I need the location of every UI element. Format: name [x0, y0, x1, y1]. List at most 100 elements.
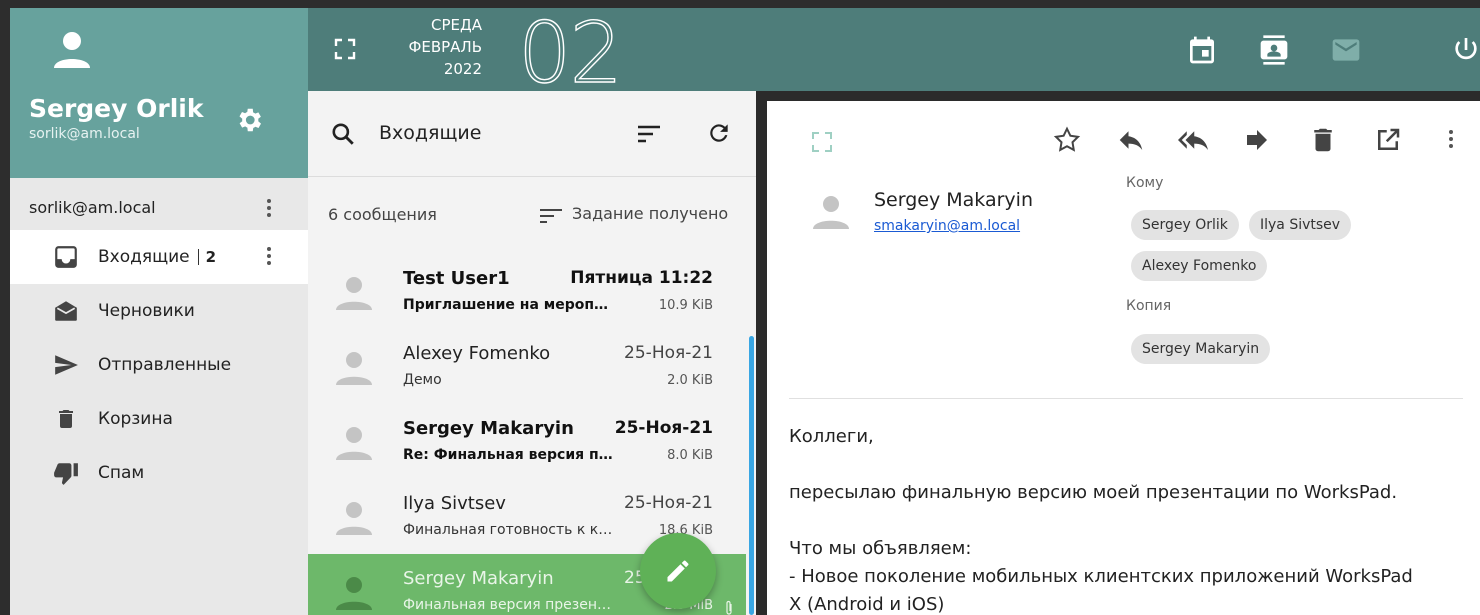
- date-display: СРЕДА ФЕВРАЛЬ 2022: [388, 14, 482, 80]
- window-frame-left: [0, 0, 10, 615]
- message-size: 8.0 KiB: [667, 448, 713, 463]
- expand-icon[interactable]: [811, 131, 833, 153]
- message-body: Коллеги, пересылаю финальную версию моей…: [789, 423, 1469, 615]
- more-menu-icon[interactable]: [1448, 129, 1454, 151]
- user-name: Sergey Orlik: [29, 94, 204, 123]
- body-line: - Новое поколение мобильных клиентских п…: [789, 566, 1413, 587]
- message-sender: Test User1: [403, 268, 510, 289]
- message-list-panel: Входящие 6 сообщения Задание получено Te…: [308, 91, 756, 615]
- compose-button[interactable]: [640, 533, 716, 609]
- message-count: 6 сообщения: [328, 205, 437, 224]
- message-subject: Демо: [403, 372, 442, 388]
- power-icon[interactable]: [1450, 34, 1480, 66]
- body-line: Что мы объявляем:: [789, 538, 972, 559]
- folder-title: Входящие: [379, 122, 482, 144]
- mail-icon[interactable]: [1330, 34, 1362, 66]
- message-sender: Ilya Sivtsev: [403, 493, 506, 514]
- message-date: 25-Ноя-21: [624, 343, 713, 363]
- message-date: Пятница 11:22: [570, 268, 713, 288]
- message-row[interactable]: Sergey Makaryin 25-Ноя-21 Re: Финальная …: [308, 404, 746, 479]
- calendar-icon[interactable]: [1186, 34, 1218, 66]
- account-row[interactable]: sorlik@am.local: [10, 186, 308, 230]
- header-divider: [789, 398, 1463, 399]
- thumb-down-icon: [52, 459, 80, 487]
- day-number: 02: [517, 3, 623, 102]
- search-icon[interactable]: [330, 121, 356, 147]
- cc-chip[interactable]: Sergey Makaryin: [1131, 334, 1271, 364]
- folder-label: Отправленные: [98, 355, 232, 375]
- message-size: 2.0 KiB: [667, 373, 713, 388]
- sender-avatar-icon: [336, 502, 372, 535]
- profile-card: Sergey Orlik sorlik@am.local: [10, 8, 308, 178]
- message-subject: Приглашение на мероприятие: [403, 297, 618, 313]
- list-summary: 6 сообщения Задание получено: [308, 177, 756, 253]
- message-date: 25-Ноя-21: [624, 493, 713, 513]
- folder-inbox[interactable]: Входящие 2: [10, 230, 308, 284]
- folder-label: Спам: [98, 463, 145, 483]
- body-line: X (Android и iOS): [789, 594, 945, 615]
- year-label: 2022: [443, 60, 482, 78]
- list-scrollbar[interactable]: [749, 336, 754, 615]
- window-frame-top: [0, 0, 1480, 8]
- recipient-chip[interactable]: Alexey Fomenko: [1131, 251, 1268, 281]
- sort-icon[interactable]: [636, 123, 662, 145]
- drafts-icon: [52, 297, 80, 325]
- contacts-icon[interactable]: [1258, 34, 1290, 66]
- message-row[interactable]: Alexey Fomenko 25-Ноя-21 Демо 2.0 KiB: [308, 329, 746, 404]
- sender-email-link[interactable]: smakaryin@am.local: [874, 218, 1020, 234]
- account-menu-icon[interactable]: [266, 198, 272, 220]
- sender-avatar-icon: [336, 577, 372, 610]
- star-icon[interactable]: [1052, 125, 1082, 155]
- forward-icon[interactable]: [1242, 125, 1272, 155]
- send-icon: [52, 351, 80, 379]
- account-label: sorlik@am.local: [29, 198, 156, 217]
- reply-all-icon[interactable]: [1178, 125, 1208, 155]
- cc-label: Копия: [1126, 298, 1172, 314]
- user-email: sorlik@am.local: [29, 126, 140, 142]
- body-line: пересылаю финальную версию моей презента…: [789, 482, 1398, 503]
- message-subject: Re: Финальная версия презентации: [403, 447, 618, 463]
- folder-label: Черновики: [98, 301, 195, 321]
- recipient-chip[interactable]: Sergey Orlik: [1131, 210, 1239, 240]
- month-label: ФЕВРАЛЬ: [408, 38, 482, 56]
- attachment-icon: [726, 600, 732, 615]
- fullscreen-icon[interactable]: [334, 38, 356, 60]
- pencil-icon: [667, 560, 689, 582]
- recipient-chip[interactable]: Ilya Sivtsev: [1249, 210, 1352, 240]
- folder-trash[interactable]: Корзина: [10, 392, 308, 446]
- message-row[interactable]: Test User1 Пятница 11:22 Приглашение на …: [308, 254, 746, 329]
- sort-label[interactable]: Задание получено: [572, 204, 728, 223]
- folder-sent[interactable]: Отправленные: [10, 338, 308, 392]
- sender-avatar-icon: [336, 427, 372, 460]
- sender-avatar-icon: [336, 277, 372, 310]
- user-avatar-icon: [54, 32, 90, 68]
- message-sender: Sergey Makaryin: [403, 568, 554, 589]
- body-line: Коллеги,: [789, 426, 874, 447]
- message-size: 10.9 KiB: [658, 298, 713, 313]
- to-label: Кому: [1126, 175, 1164, 191]
- folder-drafts[interactable]: Черновики: [10, 284, 308, 338]
- message-subject: Финальная готовность к конференции: [403, 522, 618, 538]
- refresh-icon[interactable]: [706, 120, 732, 146]
- folder-list: Входящие 2 Черновики Отправленные Корзин…: [10, 230, 308, 500]
- list-toolbar: Входящие: [308, 91, 756, 177]
- sender-name: Sergey Makaryin: [874, 189, 1033, 211]
- folder-menu-icon[interactable]: [266, 246, 272, 268]
- folder-label: Входящие: [98, 247, 190, 267]
- open-external-icon[interactable]: [1373, 125, 1403, 155]
- trash-icon: [52, 405, 80, 433]
- sender-avatar-icon: [336, 352, 372, 385]
- message-date: 25-Ноя-21: [614, 418, 713, 438]
- gear-icon[interactable]: [234, 105, 264, 135]
- weekday-label: СРЕДА: [431, 16, 482, 34]
- unread-count-badge: 2: [197, 249, 216, 265]
- reply-icon[interactable]: [1116, 125, 1146, 155]
- reading-pane: Sergey Makaryin smakaryin@am.local Кому …: [767, 101, 1480, 615]
- sort-order-icon[interactable]: [538, 207, 564, 225]
- message-sender: Alexey Fomenko: [403, 343, 551, 364]
- folder-spam[interactable]: Спам: [10, 446, 308, 500]
- delete-icon[interactable]: [1308, 125, 1338, 155]
- inbox-icon: [52, 243, 80, 271]
- top-header: СРЕДА ФЕВРАЛЬ 2022 02: [308, 3, 1480, 103]
- sender-avatar-icon: [813, 196, 849, 229]
